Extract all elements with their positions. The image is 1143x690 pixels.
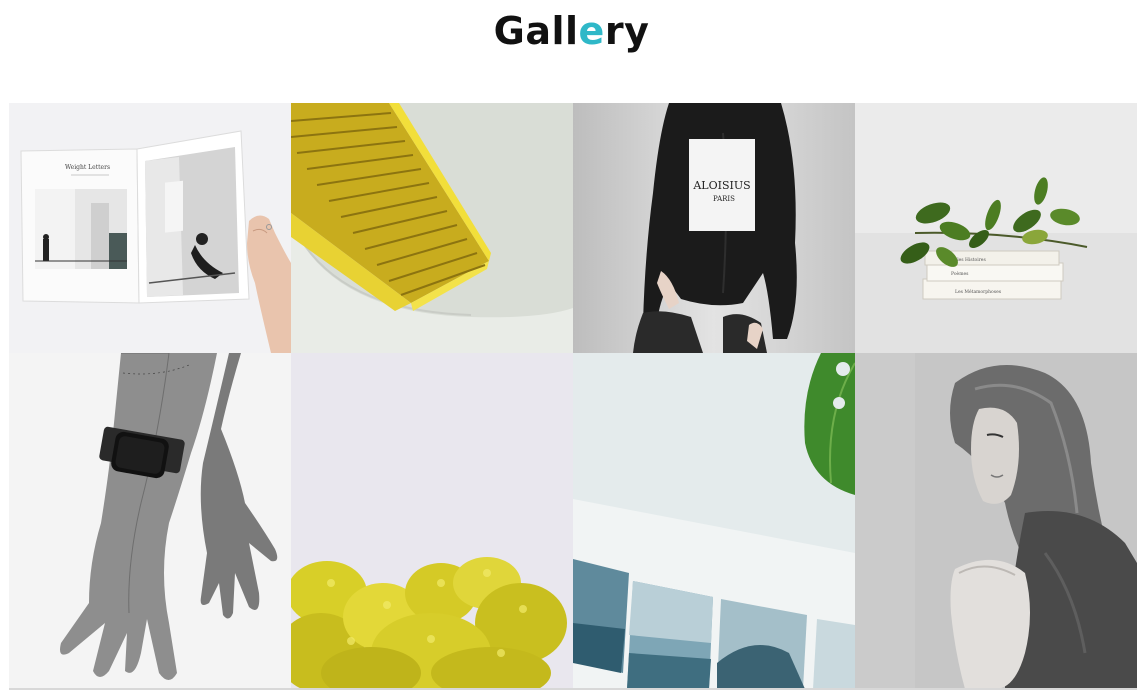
gallery-item-magazine[interactable]: Weight Letters <box>9 103 291 353</box>
gallery-item-books[interactable]: Nouvelles Histoires Poèmes Les Métamorph… <box>855 103 1137 353</box>
print-line-2: PARIS <box>713 195 735 203</box>
title-suffix: ry <box>604 9 650 53</box>
page-title: Gallery <box>0 6 1143 56</box>
yellow-staircase-photo <box>291 103 573 353</box>
gallery-item-portrait[interactable] <box>855 353 1137 689</box>
open-magazine-photo: Weight Letters <box>9 103 291 353</box>
gallery-item-smartwatch[interactable] <box>9 353 291 689</box>
gallery-item-sweatshirt[interactable]: ALOISIUS PARIS <box>573 103 855 353</box>
gallery-grid: Weight Letters ALOISIUS PARIS Nouvelles … <box>9 103 1137 689</box>
book-title-3: Les Métamorphoses <box>955 288 1002 295</box>
books-with-plant-photo: Nouvelles Histoires Poèmes Les Métamorph… <box>855 103 1137 353</box>
sweatshirt-model-photo: ALOISIUS PARIS <box>573 103 855 353</box>
title-prefix: Gall <box>493 9 579 53</box>
magazine-headline: Weight Letters <box>65 164 110 171</box>
gallery-item-staircase[interactable] <box>291 103 573 353</box>
woman-portrait-photo <box>855 353 1137 689</box>
header: Gallery <box>0 0 1143 70</box>
gallery-item-flowers[interactable] <box>291 353 573 689</box>
yellow-flowers-photo <box>291 353 573 689</box>
ocean-photos-leaf-photo <box>573 353 855 689</box>
hands-with-smartwatch-photo <box>9 353 291 689</box>
print-line-1: ALOISIUS <box>692 179 750 192</box>
gallery-page: Gallery Weight Letters ALOISIUS PARIS No… <box>0 0 1143 690</box>
book-title-2: Poèmes <box>951 270 969 277</box>
gallery-item-ocean[interactable] <box>573 353 855 689</box>
title-accent-letter: e <box>578 9 605 53</box>
